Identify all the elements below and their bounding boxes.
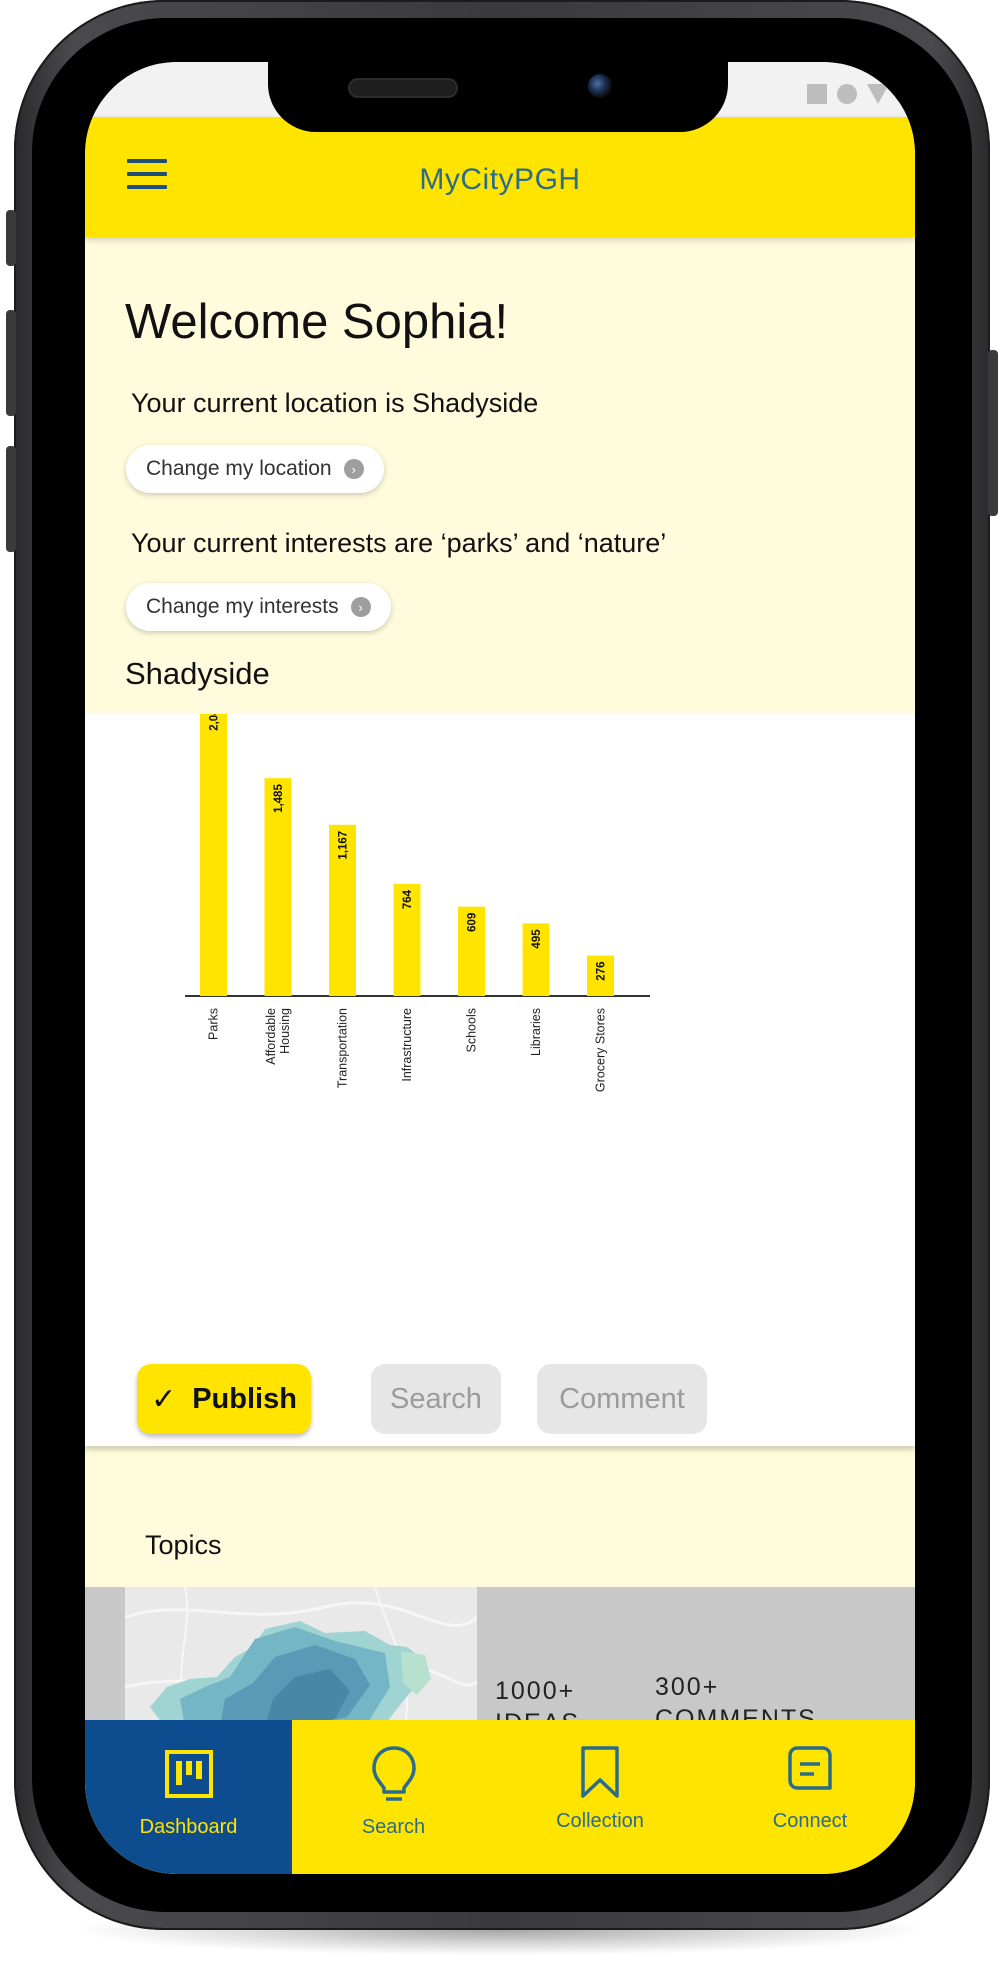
app-bar: MyCityPGH <box>85 117 915 237</box>
side-button-right <box>988 350 998 516</box>
category-label: Libraries <box>529 1008 543 1056</box>
bar-value-label: 495 <box>531 929 543 949</box>
topic-map-thumbnail <box>125 1587 477 1727</box>
bar-value-label: 2,045 <box>209 714 221 731</box>
status-square-icon <box>807 84 827 104</box>
nav-connect-label: Connect <box>772 1810 848 1832</box>
phone-notch <box>268 62 728 132</box>
nav-connect[interactable]: Connect <box>705 1720 915 1874</box>
bar-value-label: 1,485 <box>273 784 285 813</box>
nav-collection-label: Collection <box>556 1810 644 1832</box>
category-label: Grocery Stores <box>594 1008 608 1092</box>
nav-search-label: Search <box>361 1816 426 1838</box>
change-location-label: Change my location <box>146 457 332 480</box>
side-button-left-3 <box>6 446 16 552</box>
side-button-left-1 <box>6 210 16 266</box>
change-interests-button[interactable]: Change my interests › <box>126 583 391 631</box>
app-title: MyCityPGH <box>419 163 581 196</box>
change-interests-label: Change my interests <box>146 595 339 618</box>
category-label: Transportation <box>336 1008 350 1088</box>
category-label: Parks <box>207 1008 221 1040</box>
ideas-count: 1000+ <box>495 1677 576 1705</box>
search-filter-button[interactable]: Search <box>371 1364 501 1434</box>
bar-value-label: 609 <box>467 913 479 932</box>
side-button-left-2 <box>6 310 16 416</box>
status-circle-icon <box>837 84 857 104</box>
comments-count: 300+ <box>655 1673 720 1701</box>
bar-chart: 2,045 Parks 1,485 AffordableHousing 1,167 Tra… <box>185 714 650 1092</box>
status-signal-icon <box>867 84 889 104</box>
arrow-right-icon: › <box>350 597 371 617</box>
topic-card[interactable]: 1000+ IDEAS 300+ COMMENTS <box>85 1587 915 1737</box>
chart-card: 2,045 Parks 1,485 AffordableHousing 1,167 Tra… <box>85 714 915 1446</box>
comment-filter-button[interactable]: Comment <box>537 1364 707 1434</box>
arrow-right-icon: › <box>343 459 364 479</box>
nav-dashboard[interactable]: Dashboard <box>85 1720 292 1874</box>
category-label: Infrastructure <box>400 1008 414 1082</box>
nav-search[interactable]: Search <box>292 1720 495 1874</box>
publish-filter-button[interactable]: ✓ Publish <box>137 1364 311 1434</box>
current-location-text: Your current location is Shadyside <box>131 388 539 418</box>
chat-icon <box>788 1746 832 1790</box>
lightbulb-icon <box>371 1746 416 1801</box>
status-icons <box>807 84 889 104</box>
check-icon: ✓ <box>151 1382 177 1416</box>
bar-value-label: 764 <box>402 889 414 909</box>
phone-speaker <box>348 78 458 98</box>
bar-parks[interactable] <box>200 714 227 996</box>
current-interests-text: Your current interests are ‘parks’ and ‘… <box>131 528 667 558</box>
bar-value-label: 1,167 <box>338 831 350 860</box>
welcome-heading: Welcome Sophia! <box>125 295 509 349</box>
nav-dashboard-label: Dashboard <box>139 1816 238 1838</box>
bottom-nav: Dashboard Search Collection Connect <box>85 1720 915 1874</box>
category-label: Schools <box>465 1008 479 1052</box>
bookmark-icon <box>581 1746 619 1798</box>
phone-camera <box>588 74 612 98</box>
category-label: AffordableHousing <box>264 1008 292 1065</box>
phone-screen: MyCityPGH Welcome Sophia! Your current l… <box>85 62 915 1874</box>
neighborhood-title: Shadyside <box>125 656 270 691</box>
change-location-button[interactable]: Change my location › <box>126 445 384 493</box>
publish-label: Publish <box>192 1382 297 1415</box>
bar-value-label: 276 <box>596 962 608 981</box>
nav-collection[interactable]: Collection <box>495 1720 705 1874</box>
map-illustration <box>125 1587 477 1727</box>
dashboard-icon <box>164 1750 213 1798</box>
topics-title: Topics <box>145 1530 222 1560</box>
